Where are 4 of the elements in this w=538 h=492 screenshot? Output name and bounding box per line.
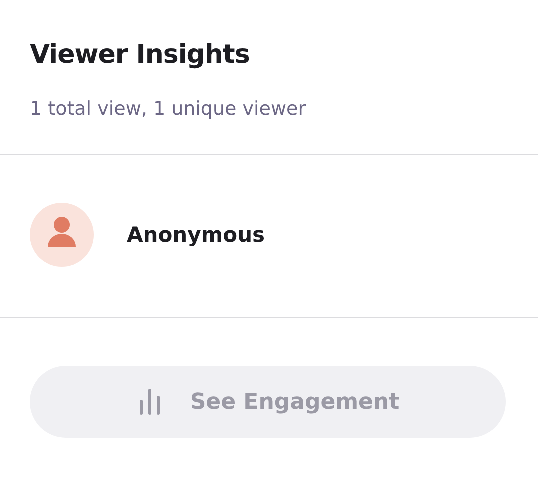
view-count: 1 total view, 1 unique viewer: [30, 98, 308, 120]
panel-title: Viewer Insights: [30, 40, 251, 70]
avatar-icon: [30, 203, 94, 267]
viewer-name: Anonymous: [127, 223, 266, 247]
